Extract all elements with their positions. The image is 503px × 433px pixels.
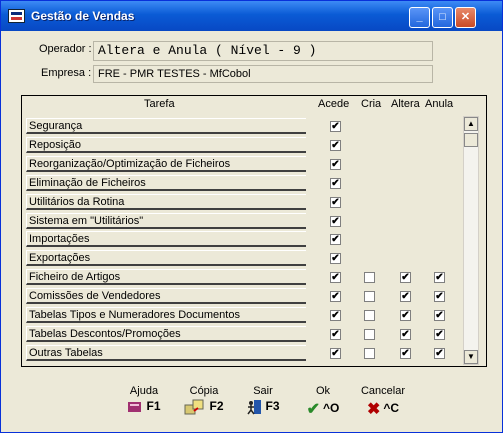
operador-field: Altera e Anula ( Nível - 9 ) (93, 41, 433, 61)
copy-key: F2 (209, 399, 224, 414)
cria-checkbox[interactable] (364, 328, 375, 340)
table-row[interactable]: Exportações (26, 250, 306, 267)
exit-button[interactable]: Sair F3 (233, 385, 293, 415)
help-key: F1 (146, 399, 161, 413)
table-row[interactable]: Ficheiro de Artigos (26, 269, 306, 286)
column-header-cria: Cria (361, 98, 382, 110)
ok-key: ^O (323, 401, 340, 416)
cria-checkbox[interactable] (364, 272, 375, 284)
maximize-button[interactable]: □ (432, 7, 453, 28)
acede-checkbox[interactable] (330, 177, 341, 189)
table-row[interactable]: Reorganização/Optimização de Ficheiros (26, 155, 306, 172)
empresa-field: FRE - PMR TESTES - MfCobol (93, 65, 433, 83)
book-icon (128, 401, 142, 412)
empresa-label: Empresa : (41, 67, 92, 79)
cancel-button[interactable]: Cancelar ✖ ^C (353, 385, 413, 419)
altera-checkbox[interactable] (400, 328, 411, 340)
scroll-up-button[interactable]: ▲ (464, 117, 478, 131)
table-row[interactable]: Sistema em "Utilitários" (26, 212, 306, 229)
minimize-button[interactable]: _ (409, 7, 430, 28)
help-button[interactable]: Ajuda F1 (114, 385, 174, 414)
acede-checkbox[interactable] (330, 253, 341, 265)
main-window: Gestão de Vendas _ □ ✕ Operador : Altera… (0, 0, 503, 433)
vertical-scrollbar[interactable]: ▲ ▼ (463, 116, 479, 365)
checkmark-icon: ✔ (306, 401, 321, 418)
close-button[interactable]: ✕ (455, 7, 476, 28)
cria-checkbox[interactable] (364, 347, 375, 359)
anula-checkbox[interactable] (434, 291, 445, 303)
scroll-down-button[interactable]: ▼ (464, 350, 478, 364)
cria-checkbox[interactable] (364, 291, 375, 303)
column-header-anula: Anula (425, 98, 454, 110)
operador-label: Operador : (39, 43, 92, 55)
acede-checkbox[interactable] (330, 234, 341, 246)
exit-key: F3 (265, 399, 280, 414)
scroll-thumb[interactable] (464, 133, 478, 147)
cria-checkbox[interactable] (364, 310, 375, 321)
acede-checkbox[interactable] (330, 196, 341, 208)
altera-checkbox[interactable] (400, 310, 411, 321)
acede-checkbox[interactable] (330, 310, 341, 321)
table-row[interactable]: Segurança (26, 118, 306, 134)
cancel-x-icon: ✖ (366, 401, 381, 418)
altera-checkbox[interactable] (400, 291, 411, 303)
acede-checkbox[interactable] (330, 272, 341, 284)
acede-checkbox[interactable] (330, 139, 341, 151)
copy-button[interactable]: Cópia F2 (174, 385, 234, 415)
cancel-key: ^C (383, 401, 400, 416)
acede-checkbox[interactable] (330, 347, 341, 359)
table-row[interactable]: Comissões de Vendedores (26, 288, 306, 305)
acede-checkbox[interactable] (330, 291, 341, 303)
column-header-tarefa: Tarefa (144, 98, 175, 110)
acede-checkbox[interactable] (330, 158, 341, 170)
exit-icon (247, 400, 262, 415)
anula-checkbox[interactable] (434, 310, 445, 321)
window-title: Gestão de Vendas (31, 9, 135, 23)
copy-icon (184, 399, 204, 415)
table-row[interactable]: Eliminação de Ficheiros (26, 174, 306, 191)
acede-checkbox[interactable] (330, 121, 341, 132)
exit-label: Sair (253, 385, 273, 397)
column-header-altera: Altera (391, 98, 420, 110)
title-bar[interactable]: Gestão de Vendas _ □ ✕ (1, 1, 502, 31)
copy-label: Cópia (189, 385, 219, 397)
altera-checkbox[interactable] (400, 272, 411, 284)
acede-checkbox[interactable] (330, 215, 341, 227)
ok-label: Ok (315, 385, 331, 397)
help-label: Ajuda (129, 385, 159, 397)
table-row[interactable]: Tabelas Tipos e Numeradores Documentos (26, 307, 306, 323)
acede-checkbox[interactable] (330, 328, 341, 340)
altera-checkbox[interactable] (400, 347, 411, 359)
anula-checkbox[interactable] (434, 272, 445, 284)
table-row[interactable]: Tabelas Descontos/Promoções (26, 325, 306, 342)
table-row[interactable]: Utilitários da Rotina (26, 193, 306, 210)
cancel-label: Cancelar (360, 385, 406, 397)
ok-button[interactable]: Ok ✔ ^O (293, 385, 353, 419)
table-row[interactable]: Importações (26, 231, 306, 248)
app-icon (8, 9, 25, 23)
anula-checkbox[interactable] (434, 347, 445, 359)
table-row[interactable]: Outras Tabelas (26, 344, 306, 361)
anula-checkbox[interactable] (434, 328, 445, 340)
permissions-table: Tarefa Acede Cria Altera Anula Segurança… (21, 95, 487, 367)
table-row[interactable]: Reposição (26, 136, 306, 153)
column-header-acede: Acede (318, 98, 350, 110)
